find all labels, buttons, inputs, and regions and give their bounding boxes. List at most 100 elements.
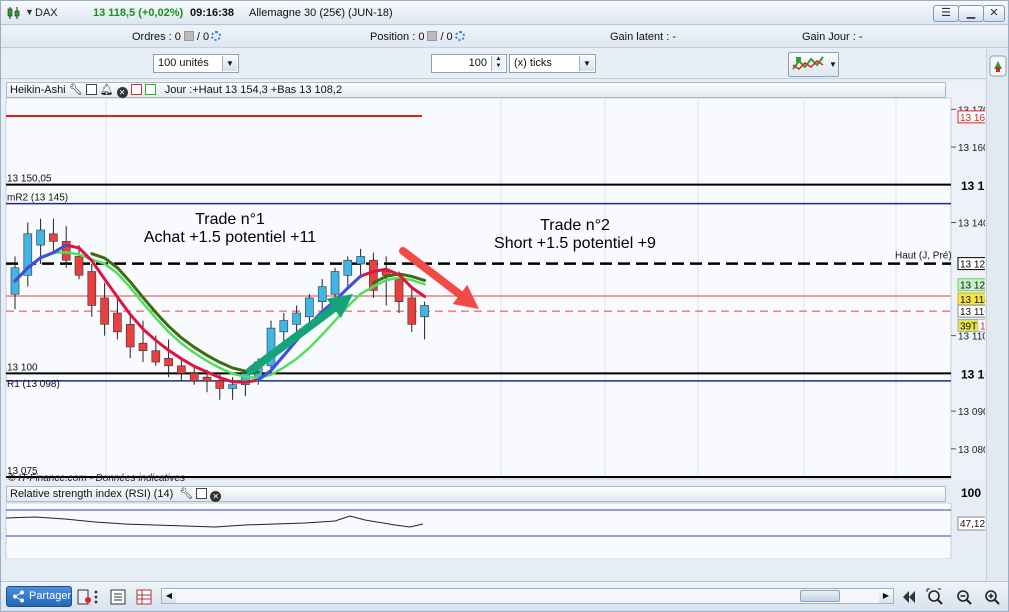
price-tick-label: 13 160: [958, 143, 985, 154]
candle-down: [74, 256, 84, 276]
minimize-icon[interactable]: ▁: [958, 5, 984, 22]
ticks-select[interactable]: (x) ticks ▼: [509, 54, 596, 73]
close-icon[interactable]: ✕: [983, 5, 1005, 22]
day-high-label: Haut (J, Pré): [895, 251, 952, 262]
chevron-down-icon[interactable]: ▼: [579, 56, 594, 71]
order-toolbar: 100 unités ▼ 100 ▲ ▼ (x) ticks ▼ ▼: [1, 49, 1008, 79]
price-tag-red: 13 168,0: [960, 113, 985, 124]
scroll-left-icon[interactable]: ◀: [162, 589, 176, 603]
share-button[interactable]: Partager: [6, 586, 72, 607]
window-icon[interactable]: [85, 84, 97, 95]
drawing-tools-icon[interactable]: [76, 588, 92, 606]
title-bar: ▼ DAX 13 118,5 (+0,02%) 09:16:38 Allemag…: [1, 1, 1008, 25]
close-panel-icon[interactable]: ✕: [116, 87, 128, 98]
window-icon[interactable]: [196, 488, 208, 499]
panel-title: Heikin-Ashi: [10, 84, 66, 96]
last-price: 13 118,5 (+0,02%): [93, 7, 184, 19]
price-tick-label: 13 140: [958, 218, 985, 229]
close-panel-icon[interactable]: ✕: [210, 491, 222, 502]
data-watermark: © IT-Finance.com - Données indicatives: [8, 473, 185, 484]
price-tick-label: 13 080: [958, 445, 985, 456]
position-gear-icon[interactable]: [454, 31, 465, 41]
mr2-label: mR2 (13 145): [7, 193, 68, 204]
bell-icon[interactable]: 🔔︎: [100, 84, 114, 96]
side-panel: [986, 49, 1008, 581]
r1-label: R1 (13 098): [7, 379, 60, 390]
wrench-icon[interactable]: 🔧︎: [179, 488, 193, 500]
candle-up: [305, 297, 314, 318]
level-13100-label: 13 100: [7, 362, 38, 373]
orders-gear-icon[interactable]: [211, 31, 222, 41]
list-icon[interactable]: [110, 588, 126, 606]
rsi-top-label: 100: [961, 486, 981, 500]
trade2-annotation: Trade n°2 Short +1.5 potentiel +9: [494, 217, 656, 252]
sell-icon[interactable]: [130, 84, 142, 95]
day-gain-field: Gain Jour : -: [802, 31, 863, 43]
clock-time: 09:16:38: [190, 7, 235, 19]
candle-down: [177, 365, 186, 374]
menu-icon[interactable]: ☰: [933, 5, 959, 22]
trade1-annotation: Trade n°1 Achat +1.5 potentiel +11: [143, 211, 317, 246]
price-tag-current: 13 116,5: [960, 307, 985, 318]
quantity-stepper[interactable]: 100 ▲ ▼: [431, 54, 507, 73]
vertical-dots-icon[interactable]: [91, 588, 101, 606]
candle-down: [100, 297, 109, 325]
candle-up: [343, 259, 353, 276]
candle-up: [292, 312, 301, 325]
stepper-arrows-icon[interactable]: ▲ ▼: [491, 56, 505, 71]
indicator-button[interactable]: [788, 52, 828, 77]
scroll-thumb[interactable]: [800, 590, 840, 602]
position-field: Position : 0/ 0: [370, 31, 465, 43]
chevron-down-icon: ▼: [829, 60, 837, 69]
symbol-name: DAX: [35, 7, 58, 19]
symbol-dropdown-icon[interactable]: ▼: [25, 7, 34, 17]
candle-down: [125, 324, 135, 348]
candle-up: [317, 286, 327, 303]
scroll-right-icon[interactable]: ▶: [879, 589, 893, 603]
price-tag-yellow: 13 118,5: [960, 295, 985, 306]
spread-tag: 15,1: [980, 321, 985, 332]
price-tick-label: 13 090: [958, 407, 985, 418]
account-info-bar: Ordres : 0/ 0 Position : 0/ 0 Gain laten…: [1, 26, 1008, 48]
candle-down: [151, 350, 161, 363]
candle-down: [189, 373, 199, 382]
day-high-low: Jour :+Haut 13 154,3 +Bas 13 108,2: [164, 84, 343, 96]
bottom-toolbar: Partager ◀ ▶: [1, 581, 1008, 611]
price-bold-label: 13 150: [961, 179, 985, 193]
wrench-icon[interactable]: 🔧︎: [69, 84, 83, 96]
price-panel-header: Heikin-Ashi 🔧︎ 🔔︎ ✕ Jour :+Haut 13 154,3 +…: [6, 82, 946, 98]
chevron-down-icon[interactable]: ▼: [222, 56, 237, 71]
cancel-orders-icon[interactable]: [183, 31, 194, 41]
candle-down: [215, 380, 225, 389]
candlestick-icon: [7, 7, 20, 19]
table-icon[interactable]: [136, 588, 152, 606]
candle-down: [202, 376, 212, 382]
units-select[interactable]: 100 unités ▼: [153, 54, 239, 73]
close-position-icon[interactable]: [427, 31, 438, 41]
indicator-dropdown-button[interactable]: ▼: [827, 52, 839, 77]
candle-down: [407, 297, 417, 325]
candle-up: [356, 256, 365, 265]
zoom-out-icon[interactable]: [955, 588, 973, 606]
candle-down: [49, 233, 58, 242]
rsi-title: Relative strength index (RSI) (14): [10, 488, 174, 500]
rsi-value-label: 47,129: [960, 519, 985, 530]
candle-up: [279, 320, 289, 333]
candle-down: [138, 342, 148, 352]
zoom-fit-icon[interactable]: [926, 588, 944, 606]
candle-down: [87, 271, 97, 306]
price-tick-label: 13 110: [958, 332, 985, 343]
chart-area[interactable]: 09:0010:0011:0512:0113:0614:0213 150,05m…: [5, 81, 985, 559]
candle-up: [420, 305, 429, 318]
price-tag-green: 13 123,5: [960, 281, 985, 292]
side-tool-icon[interactable]: [989, 55, 1007, 77]
buy-icon[interactable]: [144, 84, 156, 95]
orders-field: Ordres : 0/ 0: [132, 31, 222, 43]
go-end-icon[interactable]: [901, 588, 917, 606]
countdown-tag: 39T: [960, 321, 977, 332]
zoom-in-icon[interactable]: [983, 588, 1001, 606]
candle-down: [113, 312, 122, 333]
candle-down: [394, 278, 404, 303]
time-scrollbar[interactable]: ◀ ▶: [161, 588, 894, 604]
price-bold-label: 13 100: [961, 367, 985, 381]
